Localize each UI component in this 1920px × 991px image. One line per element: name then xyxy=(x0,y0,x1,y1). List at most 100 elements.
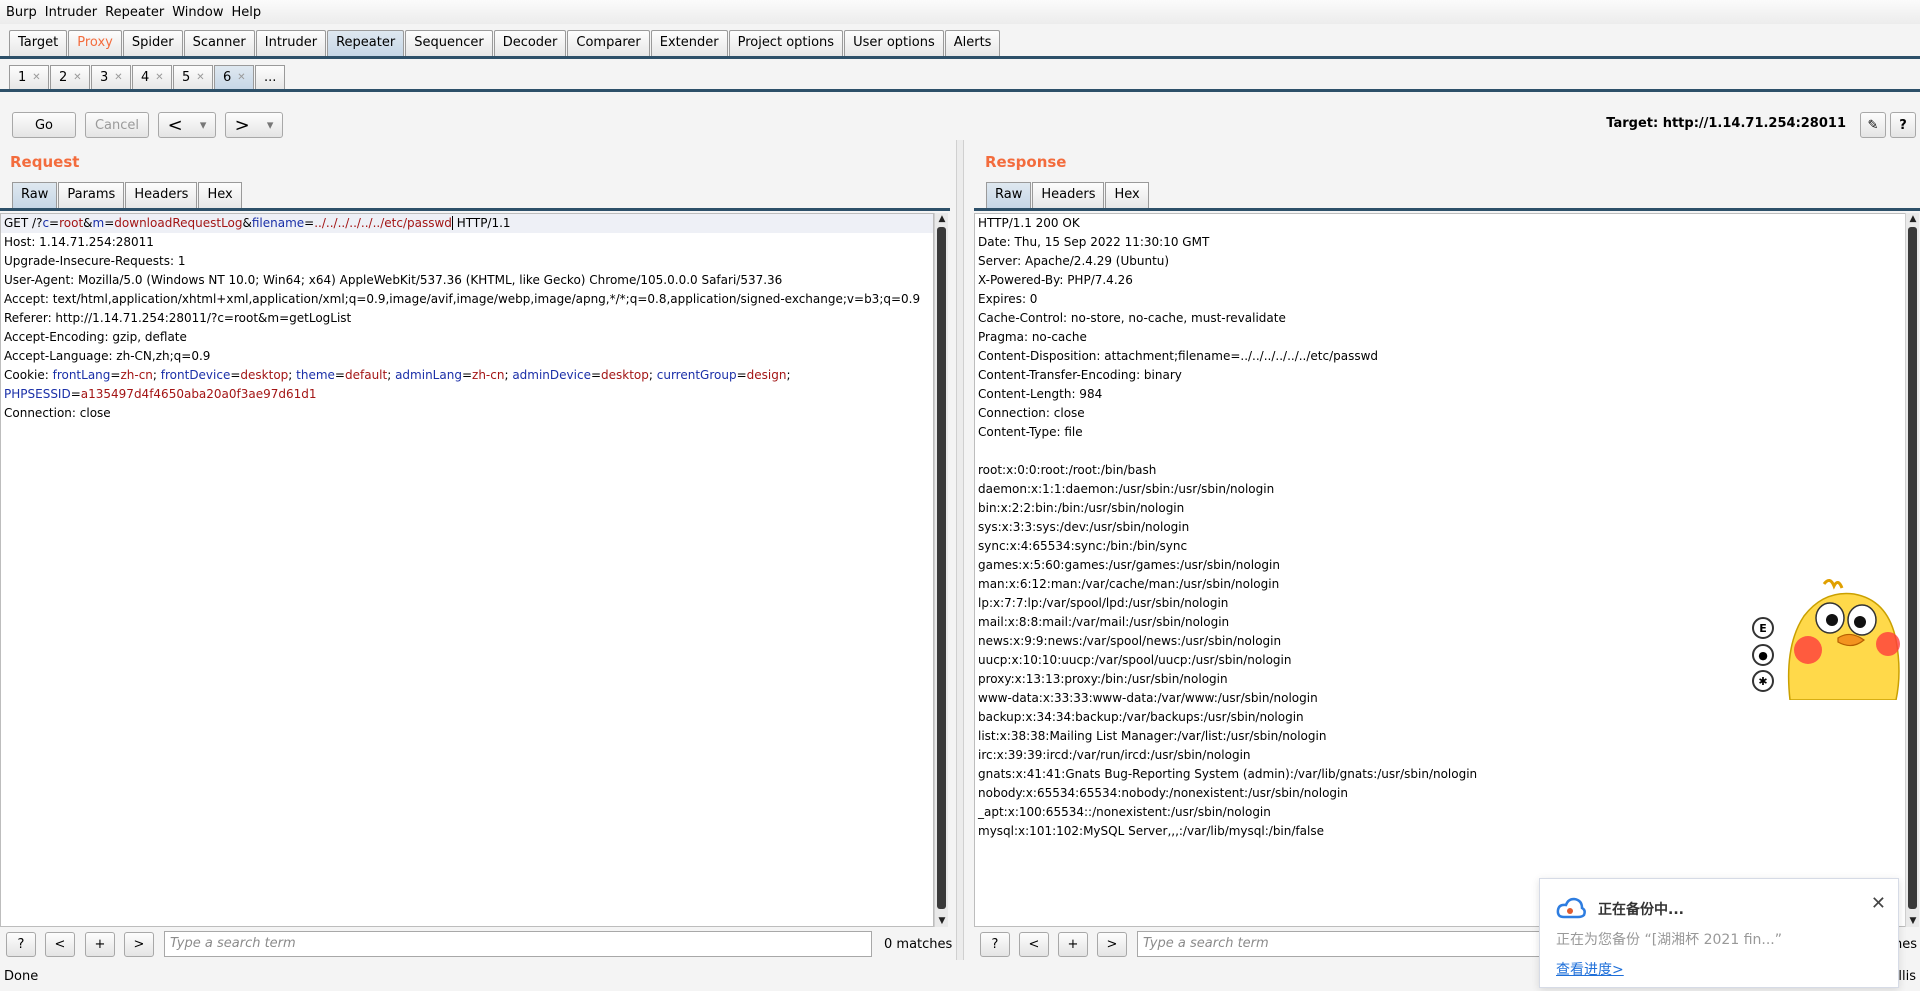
response-search-input[interactable]: Type a search term xyxy=(1137,931,1557,957)
tab-spider[interactable]: Spider xyxy=(122,30,183,56)
request-title: Request xyxy=(10,153,80,171)
repeater-tab-1[interactable]: 1 ✕ xyxy=(9,65,49,89)
repeater-tab-5[interactable]: 5 ✕ xyxy=(173,65,213,89)
menu-window[interactable]: Window xyxy=(172,5,223,20)
request-search-prev-button[interactable]: < xyxy=(45,932,75,957)
tab-proxy[interactable]: Proxy xyxy=(68,30,122,56)
request-header-line: Accept: text/html,application/xhtml+xml,… xyxy=(4,292,921,306)
menu-intruder[interactable]: Intruder xyxy=(45,5,97,20)
edit-target-button[interactable]: ✎ xyxy=(1860,112,1886,138)
repeater-tab-6[interactable]: 6 ✕ xyxy=(214,65,254,89)
repeater-tab-4[interactable]: 4 ✕ xyxy=(132,65,172,89)
tab-alerts[interactable]: Alerts xyxy=(944,30,1001,56)
request-search-input[interactable]: Type a search term xyxy=(164,931,872,957)
response-line: Connection: close xyxy=(978,406,1085,420)
response-scrollbar[interactable]: ▲ ▼ xyxy=(1905,213,1919,927)
request-header-line: Host: 1.14.71.254:28011 xyxy=(4,235,154,249)
scroll-up-icon[interactable]: ▲ xyxy=(1906,214,1920,224)
chevron-left-icon: < xyxy=(167,114,183,136)
scroll-down-icon[interactable]: ▼ xyxy=(1906,916,1920,926)
tab-repeater[interactable]: Repeater xyxy=(327,30,405,56)
request-tab-params[interactable]: Params xyxy=(58,182,125,208)
repeater-tab-3[interactable]: 3 ✕ xyxy=(91,65,131,89)
tab-decoder[interactable]: Decoder xyxy=(493,30,567,56)
scroll-up-icon[interactable]: ▲ xyxy=(935,214,949,224)
response-tab-hex[interactable]: Hex xyxy=(1105,182,1149,208)
request-search-next-button[interactable]: > xyxy=(124,932,154,957)
repeater-tab-2[interactable]: 2 ✕ xyxy=(50,65,90,89)
tab-intruder[interactable]: Intruder xyxy=(255,30,327,56)
request-header-line: Referer: http://1.14.71.254:28011/?c=roo… xyxy=(4,311,352,325)
response-line: Server: Apache/2.4.29 (Ubuntu) xyxy=(978,254,1170,268)
response-search-next-button[interactable]: > xyxy=(1097,932,1127,957)
close-icon[interactable]: ✕ xyxy=(237,72,245,83)
repeater-tab-label: 3 xyxy=(100,70,109,85)
sticker-badge-star: ✱ xyxy=(1752,670,1774,692)
response-line: X-Powered-By: PHP/7.4.26 xyxy=(978,273,1133,287)
menu-help[interactable]: Help xyxy=(232,5,262,20)
cloud-icon xyxy=(1556,897,1586,919)
response-tabs: Raw Headers Hex xyxy=(986,182,1150,208)
close-icon[interactable]: ✕ xyxy=(1871,893,1886,914)
request-scrollbar[interactable]: ▲ ▼ xyxy=(934,213,948,927)
scroll-thumb[interactable] xyxy=(937,227,946,909)
response-line: Content-Transfer-Encoding: binary xyxy=(978,368,1182,382)
request-search-help-button[interactable]: ? xyxy=(6,932,36,957)
response-search-help-button[interactable]: ? xyxy=(980,932,1010,957)
help-button[interactable]: ? xyxy=(1890,112,1916,138)
tab-project-options[interactable]: Project options xyxy=(728,30,844,56)
response-search-prev-button[interactable]: < xyxy=(1019,932,1049,957)
close-icon[interactable]: ✕ xyxy=(73,72,81,83)
response-line: list:x:38:38:Mailing List Manager:/var/l… xyxy=(978,729,1327,743)
request-search-add-button[interactable]: + xyxy=(85,932,115,957)
chevron-down-icon: ▾ xyxy=(266,117,274,133)
go-button[interactable]: Go xyxy=(12,112,76,138)
duck-sticker-icon xyxy=(1787,579,1900,700)
close-icon[interactable]: ✕ xyxy=(32,72,40,83)
response-line: Pragma: no-cache xyxy=(978,330,1087,344)
backup-notification: 正在备份中... 正在为您备份 “[湖湘杯 2021 fin...” 查看进度>… xyxy=(1539,878,1899,988)
response-tabs-divider xyxy=(974,208,1920,211)
chevron-down-icon: ▾ xyxy=(199,117,207,133)
request-tab-hex[interactable]: Hex xyxy=(198,182,242,208)
request-header-line: Upgrade-Insecure-Requests: 1 xyxy=(4,254,186,268)
request-header-line: Accept-Encoding: gzip, deflate xyxy=(4,330,187,344)
close-icon[interactable]: ✕ xyxy=(114,72,122,83)
tab-user-options[interactable]: User options xyxy=(844,30,944,56)
request-tab-raw[interactable]: Raw xyxy=(12,182,58,208)
tab-extender[interactable]: Extender xyxy=(650,30,728,56)
scroll-thumb[interactable] xyxy=(1908,227,1917,909)
main-tabs: Target Proxy Spider Scanner Intruder Rep… xyxy=(9,30,1001,56)
response-editor[interactable]: HTTP/1.1 200 OK Date: Thu, 15 Sep 2022 11… xyxy=(974,213,1906,927)
pane-splitter[interactable] xyxy=(956,140,964,960)
close-icon[interactable]: ✕ xyxy=(196,72,204,83)
tab-sequencer[interactable]: Sequencer xyxy=(405,30,493,56)
notification-title: 正在备份中... xyxy=(1598,902,1684,918)
repeater-tab-label: 1 xyxy=(18,70,27,85)
scroll-down-icon[interactable]: ▼ xyxy=(935,916,949,926)
request-tab-headers[interactable]: Headers xyxy=(125,182,198,208)
tab-comparer[interactable]: Comparer xyxy=(567,30,650,56)
repeater-tab-label: 4 xyxy=(141,70,150,85)
response-line: Cache-Control: no-store, no-cache, must-… xyxy=(978,311,1286,325)
cancel-button[interactable]: Cancel xyxy=(85,112,149,138)
tab-scanner[interactable]: Scanner xyxy=(183,30,255,56)
response-tab-headers[interactable]: Headers xyxy=(1032,182,1105,208)
response-search-add-button[interactable]: + xyxy=(1058,932,1088,957)
forward-button[interactable]: > ▾ xyxy=(225,112,283,138)
request-editor[interactable]: GET /?c=root&m=downloadRequestLog&filena… xyxy=(0,213,934,927)
back-button[interactable]: < ▾ xyxy=(158,112,216,138)
repeater-tabs-divider xyxy=(0,89,1920,92)
target-label: Target: http://1.14.71.254:28011 xyxy=(1606,116,1846,131)
close-icon[interactable]: ✕ xyxy=(155,72,163,83)
menu-burp[interactable]: Burp xyxy=(6,5,37,20)
response-line: lp:x:7:7:lp:/var/spool/lpd:/usr/sbin/nol… xyxy=(978,596,1229,610)
repeater-tab-new[interactable]: ... xyxy=(255,65,285,89)
response-line: games:x:5:60:games:/usr/games:/usr/sbin/… xyxy=(978,558,1280,572)
view-progress-link[interactable]: 查看进度> xyxy=(1556,959,1624,979)
status-text: Done xyxy=(4,969,39,984)
response-line: Content-Type: file xyxy=(978,425,1083,439)
menu-repeater[interactable]: Repeater xyxy=(105,5,164,20)
tab-target[interactable]: Target xyxy=(9,30,68,56)
response-tab-raw[interactable]: Raw xyxy=(986,182,1032,208)
